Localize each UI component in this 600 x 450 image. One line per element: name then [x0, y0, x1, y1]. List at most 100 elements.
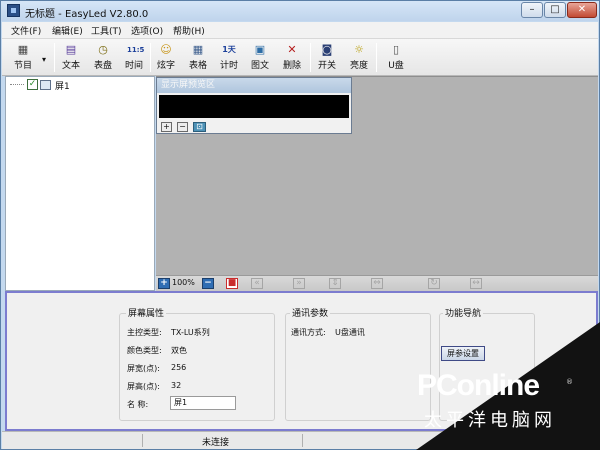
zoom-in-button[interactable]: +	[158, 278, 170, 289]
delete-label: 删除	[282, 61, 301, 71]
preview-fit-button[interactable]: ⊡	[193, 122, 206, 132]
table-button[interactable]: ▦ 表格	[184, 41, 212, 74]
controller-type-value: TX-LU系列	[171, 328, 210, 337]
expand-button[interactable]: ↔	[470, 278, 482, 289]
toolbar-separator	[376, 43, 377, 72]
maximize-button[interactable]: □	[544, 2, 566, 18]
menu-file[interactable]: 文件(F)	[11, 24, 41, 37]
nav-title: 功能导航	[443, 306, 484, 319]
usb-drive-button[interactable]: ▯ U盘	[382, 41, 410, 74]
picture-text-button[interactable]: ▣ 图文	[246, 41, 274, 74]
screen-height-label: 屏高(点):	[127, 382, 160, 391]
controller-type-row: 主控类型: TX-LU系列	[127, 327, 210, 338]
preview-zoom-in-button[interactable]: +	[161, 122, 172, 132]
stop-button[interactable]: ■	[226, 278, 238, 289]
window-title: 无标题 - EasyLed V2.80.0	[25, 9, 149, 20]
brightness-label: 亮度	[349, 61, 368, 71]
menu-help[interactable]: 帮助(H)	[173, 24, 205, 37]
picture-text-label: 图文	[250, 61, 269, 71]
program-icon: ▦	[17, 43, 29, 56]
color-type-row: 颜色类型: 双色	[127, 345, 187, 356]
color-type-label: 颜色类型:	[127, 346, 162, 355]
toolbar-separator	[310, 43, 311, 72]
usb-drive-label: U盘	[388, 61, 404, 71]
connection-status: 未连接	[202, 438, 230, 448]
screen-properties-title: 屏幕属性	[126, 306, 167, 319]
screen-width-value: 256	[171, 363, 187, 372]
picture-icon: ▣	[254, 43, 266, 56]
horizontal-align-button[interactable]: ⇔	[371, 278, 383, 289]
move-left-button[interactable]: «	[251, 278, 263, 289]
title-bar[interactable]: 无标题 - EasyLed V2.80.0 – □ ✕	[1, 1, 599, 21]
text-label: 文本	[61, 61, 80, 71]
time-button[interactable]: 11:5 时间	[120, 41, 148, 74]
app-logo-icon	[7, 4, 20, 17]
close-button[interactable]: ✕	[567, 2, 597, 18]
screen-name-input[interactable]: 屏1	[170, 396, 236, 410]
program-dropdown-icon[interactable]: ▾	[42, 55, 46, 64]
menu-bar: 文件(F) 编辑(E) 工具(T) 选项(O) 帮助(H)	[2, 22, 598, 39]
timer-button[interactable]: 1天 计时	[215, 41, 243, 74]
screen-icon	[40, 80, 51, 90]
comm-mode-value: U盘通讯	[335, 328, 365, 337]
watermark-logo: PConline	[417, 369, 540, 402]
comm-params-title: 通讯参数	[290, 306, 331, 319]
table-icon: ▦	[192, 43, 204, 56]
zoom-level: 100%	[172, 278, 195, 287]
watermark-registered-mark: ®	[566, 378, 573, 386]
preview-window[interactable]: 显示屏预览区 + − ⊡	[156, 77, 352, 134]
timer-label: 计时	[219, 61, 238, 71]
usb-drive-icon: ▯	[392, 43, 400, 56]
program-label: 节目	[13, 61, 32, 71]
color-type-value: 双色	[171, 346, 187, 355]
text-button[interactable]: ▤ 文本	[57, 41, 85, 74]
screen-width-label: 屏宽(点):	[127, 364, 160, 373]
delete-icon: ✕	[287, 43, 297, 56]
zoom-bar: + 100% − ■ « » ⇕ ⇔ ↻ ↔	[156, 275, 598, 291]
screen-height-value: 32	[171, 381, 182, 390]
bulb-icon: ☼	[354, 43, 364, 56]
status-divider	[302, 434, 303, 447]
dial-button[interactable]: ◷ 表盘	[89, 41, 117, 74]
screen-name-label: 名 称:	[127, 400, 149, 409]
preview-title[interactable]: 显示屏预览区	[157, 78, 351, 93]
menu-tools[interactable]: 工具(T)	[91, 24, 122, 37]
toolbar-separator	[150, 43, 151, 72]
preview-zoom-out-button[interactable]: −	[177, 122, 188, 132]
power-switch-icon: ◙	[321, 43, 333, 56]
status-divider	[142, 434, 143, 447]
screen-name-row: 名 称:	[127, 399, 148, 410]
toolbar-separator	[54, 43, 55, 72]
power-switch-label: 开关	[317, 61, 336, 71]
colorful-text-button[interactable]: ☺ 炫字	[152, 41, 180, 74]
program-tree[interactable]: ✓ 屏1	[5, 76, 155, 291]
preview-screen[interactable]	[159, 95, 349, 118]
colorful-text-label: 炫字	[156, 61, 175, 71]
comm-mode-row: 通讯方式: U盘通讯	[291, 327, 365, 338]
power-switch-button[interactable]: ◙ 开关	[313, 41, 341, 74]
vertical-align-button[interactable]: ⇕	[329, 278, 341, 289]
smiley-icon: ☺	[160, 43, 172, 56]
digital-time-icon: 11:5	[127, 46, 145, 54]
menu-options[interactable]: 选项(O)	[131, 24, 163, 37]
screen-checkbox[interactable]: ✓	[27, 79, 38, 90]
brightness-button[interactable]: ☼ 亮度	[345, 41, 373, 74]
comm-mode-label: 通讯方式:	[291, 328, 326, 337]
countdown-icon: 1天	[222, 45, 236, 54]
table-label: 表格	[188, 61, 207, 71]
screen-height-row: 屏高(点): 32	[127, 381, 181, 392]
tree-item-label: 屏1	[55, 82, 70, 92]
toolbar: ▦ 节目 ▾ ▤ 文本 ◷ 表盘 11:5 时间 ☺ 炫字 ▦ 表格 1天 计时	[2, 39, 598, 76]
zoom-out-button[interactable]: −	[202, 278, 214, 289]
program-button[interactable]: ▦ 节目	[9, 41, 37, 74]
dial-label: 表盘	[93, 61, 112, 71]
minimize-button[interactable]: –	[521, 2, 543, 18]
move-right-button[interactable]: »	[293, 278, 305, 289]
delete-button[interactable]: ✕ 删除	[278, 41, 306, 74]
rotate-button[interactable]: ↻	[428, 278, 440, 289]
time-label: 时间	[124, 61, 143, 71]
menu-edit[interactable]: 编辑(E)	[52, 24, 83, 37]
editing-stage[interactable]: 显示屏预览区 + − ⊡	[156, 76, 598, 275]
tree-connector	[10, 84, 24, 85]
watermark-subtitle: 太平洋电脑网	[424, 410, 556, 431]
